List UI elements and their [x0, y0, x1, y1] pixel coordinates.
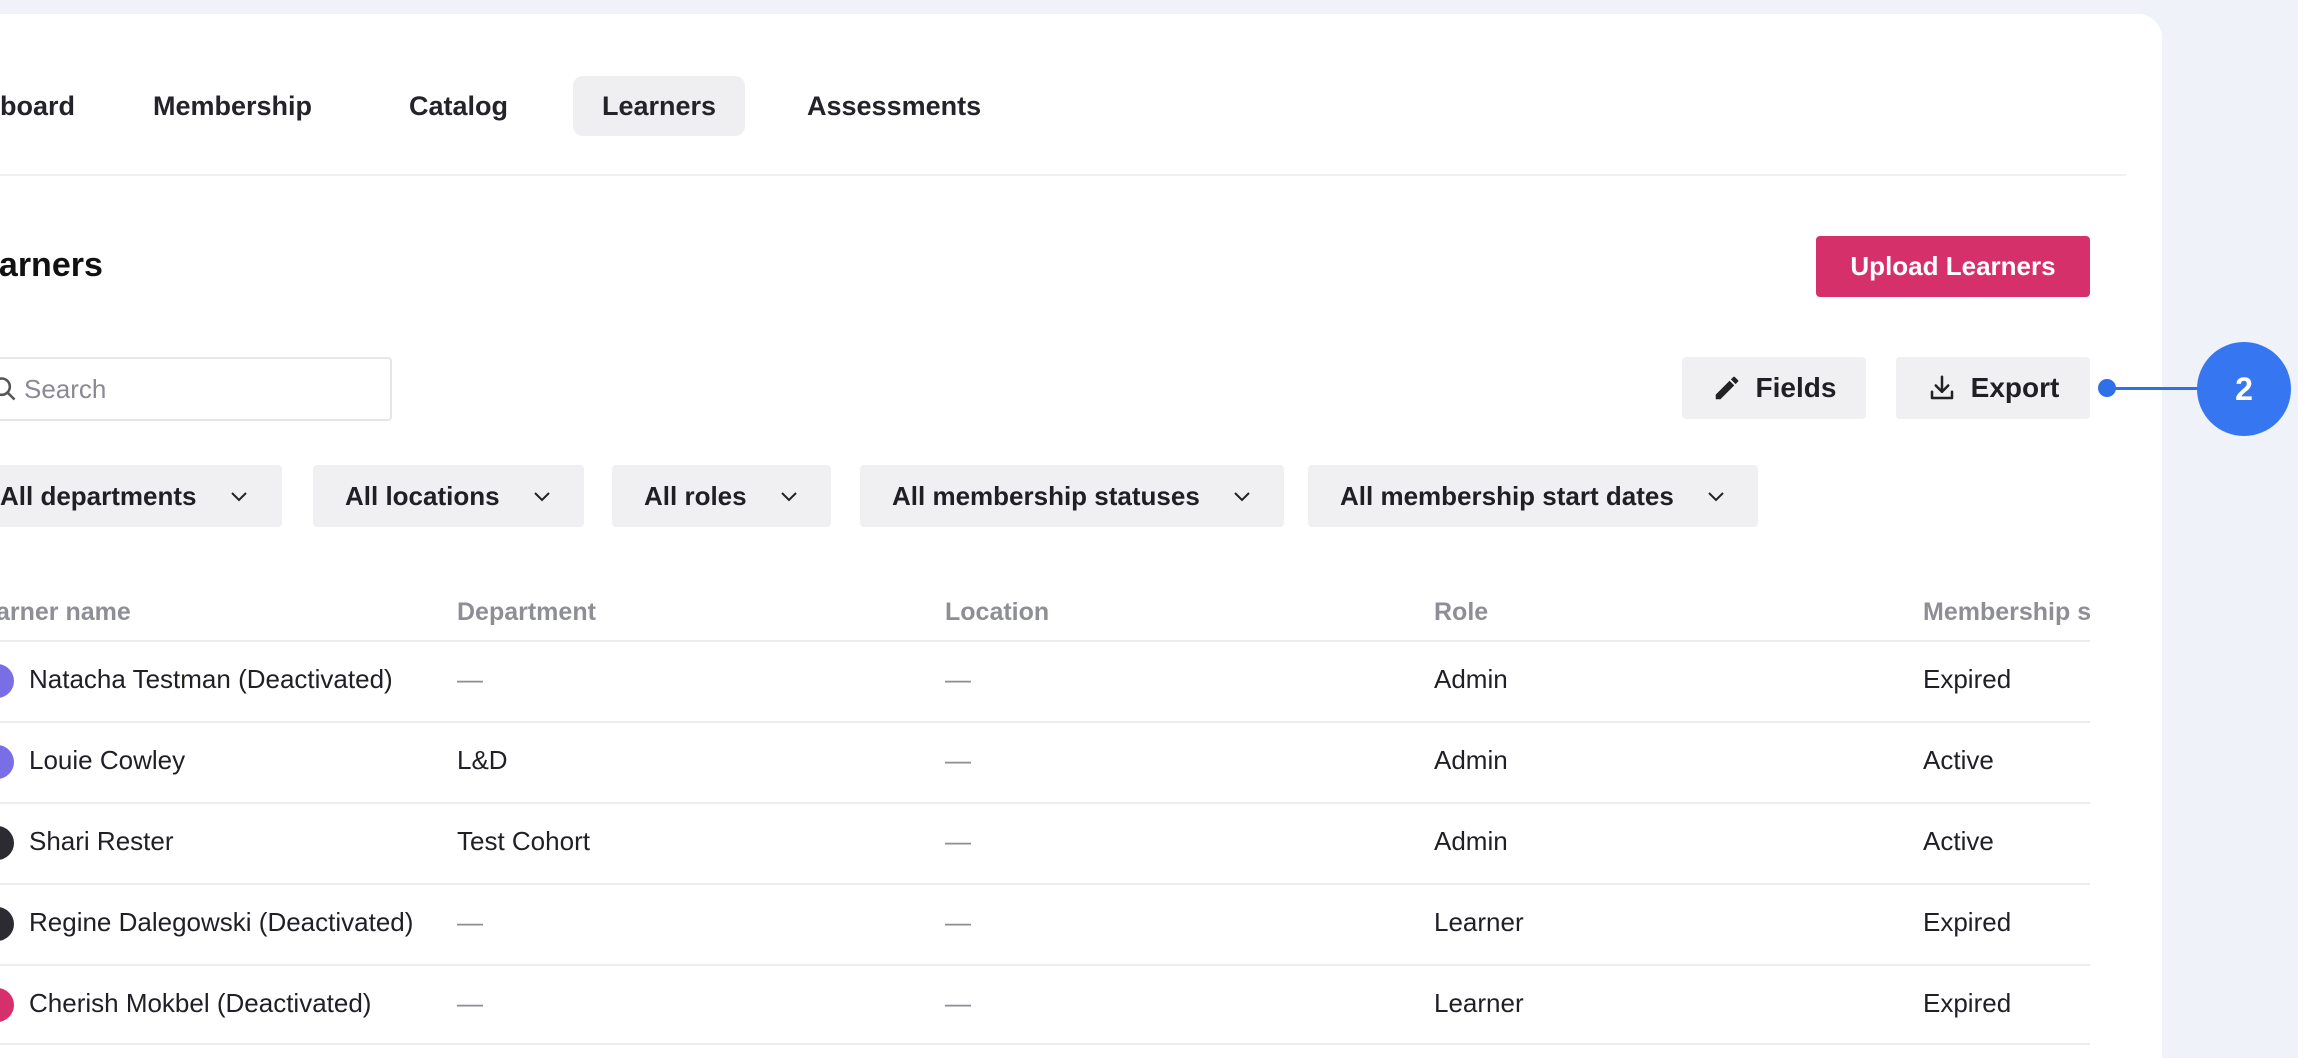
tab-dashboard[interactable]: board — [0, 76, 90, 136]
status-cell: Expired — [1923, 907, 2012, 937]
table-row[interactable]: Louie Cowley L&D — Admin Active — [0, 721, 2090, 802]
learner-name[interactable]: Louie Cowley — [29, 745, 185, 776]
table-row[interactable]: Natacha Testman (Deactivated) — — Admin … — [0, 640, 2090, 721]
search-box — [0, 357, 392, 421]
role-cell: Admin — [1434, 745, 1508, 775]
location-cell: — — [945, 664, 971, 694]
column-header-name[interactable]: arner name — [0, 598, 131, 627]
role-cell: Learner — [1434, 988, 1524, 1018]
filter-roles[interactable]: All roles — [612, 465, 831, 527]
main-card: board Membership Catalog Learners Assess… — [0, 14, 2162, 1058]
role-cell: Admin — [1434, 826, 1508, 856]
status-cell: Expired — [1923, 664, 2012, 694]
column-header-location[interactable]: Location — [945, 598, 1049, 627]
learner-name[interactable]: Shari Rester — [29, 826, 174, 857]
chevron-down-icon — [230, 492, 247, 502]
department-cell: L&D — [457, 745, 508, 775]
annotation-connector — [2108, 387, 2198, 390]
department-cell: — — [457, 988, 483, 1018]
table-row[interactable]: Regine Dalegowski (Deactivated) — — Lear… — [0, 883, 2090, 964]
filter-label: All membership start dates — [1340, 480, 1674, 511]
avatar — [0, 664, 14, 698]
location-cell: — — [945, 907, 971, 937]
fields-label: Fields — [1755, 372, 1837, 403]
filter-locations[interactable]: All locations — [313, 465, 584, 527]
table-row[interactable]: Shari Rester Test Cohort — Admin Active — [0, 802, 2090, 883]
chevron-down-icon — [1234, 492, 1250, 502]
status-cell: Active — [1923, 745, 1994, 775]
column-header-department[interactable]: Department — [457, 598, 596, 627]
filter-label: All locations — [345, 480, 500, 511]
status-cell: Expired — [1923, 988, 2012, 1018]
avatar — [0, 907, 14, 941]
avatar — [0, 826, 14, 860]
learner-name[interactable]: Natacha Testman (Deactivated) — [29, 664, 393, 695]
tab-catalog[interactable]: Catalog — [409, 76, 508, 136]
upload-learners-button[interactable]: Upload Learners — [1816, 236, 2090, 297]
filter-label: All membership statuses — [892, 480, 1200, 511]
annotation-step-badge[interactable]: 2 — [2197, 342, 2291, 436]
column-header-role[interactable]: Role — [1434, 598, 1488, 627]
avatar — [0, 745, 14, 779]
filter-label: All roles — [644, 480, 747, 511]
chevron-down-icon — [1708, 492, 1724, 502]
filter-membership-start-dates[interactable]: All membership start dates — [1308, 465, 1758, 527]
annotation-anchor-dot — [2098, 379, 2116, 397]
role-cell: Learner — [1434, 907, 1524, 937]
filter-departments[interactable]: All departments — [0, 465, 282, 527]
tab-membership[interactable]: Membership — [153, 76, 312, 136]
pencil-icon — [1715, 376, 1738, 400]
learner-name[interactable]: Regine Dalegowski (Deactivated) — [29, 907, 413, 938]
filter-label: All departments — [0, 480, 197, 511]
fields-button[interactable]: Fields — [1682, 357, 1866, 419]
location-cell: — — [945, 988, 971, 1018]
export-button[interactable]: Export — [1896, 357, 2090, 419]
department-cell: — — [457, 664, 483, 694]
export-label: Export — [1970, 372, 2060, 403]
department-cell: — — [457, 907, 483, 937]
column-header-membership-status[interactable]: Membership s — [1923, 598, 2090, 627]
download-icon — [1930, 375, 1953, 400]
search-input[interactable] — [24, 369, 364, 409]
table-row[interactable]: Cherish Mokbel (Deactivated) — — Learner… — [0, 964, 2090, 1045]
chevron-down-icon — [533, 492, 550, 502]
tab-learners[interactable]: Learners — [573, 76, 745, 136]
department-cell: Test Cohort — [457, 826, 590, 856]
location-cell: — — [945, 745, 971, 775]
avatar — [0, 988, 14, 1022]
role-cell: Admin — [1434, 664, 1508, 694]
tab-assessments[interactable]: Assessments — [807, 76, 981, 136]
location-cell: — — [945, 826, 971, 856]
filter-membership-statuses[interactable]: All membership statuses — [860, 465, 1284, 527]
tabs-divider — [0, 174, 2126, 176]
search-icon — [0, 377, 16, 401]
learner-name[interactable]: Cherish Mokbel (Deactivated) — [29, 988, 371, 1019]
page-title: earners — [0, 246, 103, 284]
status-cell: Active — [1923, 826, 1994, 856]
chevron-down-icon — [780, 492, 797, 502]
